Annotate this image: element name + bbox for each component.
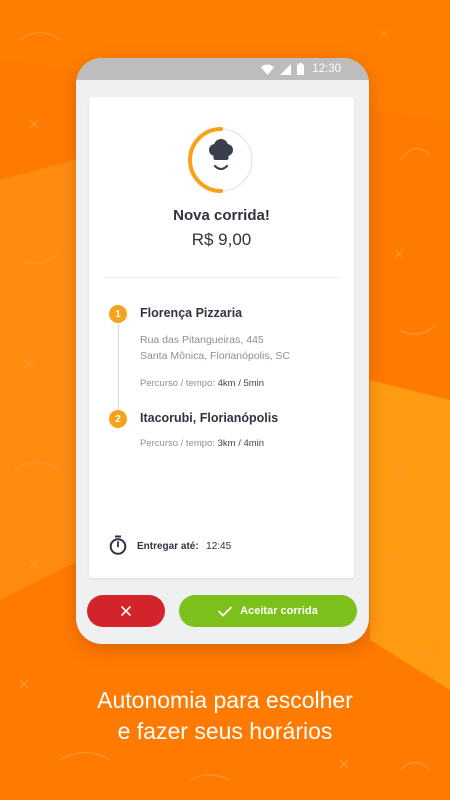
divider <box>104 277 339 278</box>
restaurant-avatar <box>187 126 255 194</box>
route-line <box>118 321 119 413</box>
stop-2-route: Percurso / tempo: 3km / 4min <box>140 438 264 449</box>
caption-line-2: e fazer seus horários <box>117 718 333 744</box>
check-icon <box>218 606 233 616</box>
ride-title: Nova corrida! <box>173 207 270 224</box>
stop-1-address: Rua das Pitangueiras, 445 Santa Mônica, … <box>140 332 290 364</box>
close-icon <box>121 606 131 616</box>
wifi-icon <box>261 64 275 75</box>
stop-2-route-label: Percurso / tempo: <box>140 438 215 449</box>
signal-icon <box>280 63 292 75</box>
deliver-by: Entregar até: 12:45 <box>109 535 231 555</box>
stop-1-route: Percurso / tempo: 4km / 5min <box>140 378 264 389</box>
stop-1-name: Florença Pizzaria <box>140 306 243 320</box>
reject-button[interactable] <box>87 595 165 627</box>
stop-1-route-value: 4km / 5min <box>217 378 265 389</box>
status-bar: 12:30 <box>76 58 369 80</box>
stop-2-badge: 2 <box>109 410 127 428</box>
stop-1-address-line2: Santa Mônica, Florianópolis, SC <box>140 350 290 362</box>
stop-1-address-line1: Rua das Pitangueiras, 445 <box>140 334 264 346</box>
deliver-label: Entregar até: <box>137 541 199 552</box>
promo-caption: Autonomia para escolher e fazer seus hor… <box>0 685 450 747</box>
caption-line-1: Autonomia para escolher <box>97 687 353 713</box>
status-time: 12:30 <box>312 63 341 75</box>
ride-price: R$ 9,00 <box>191 230 252 249</box>
ride-request-card: Nova corrida! R$ 9,00 1 Florença Pizzari… <box>89 97 354 578</box>
stop-1-route-label: Percurso / tempo: <box>140 378 215 389</box>
phone-frame: 12:30 Nova corrida! R$ 9,00 1 Florença P… <box>76 58 369 644</box>
stopwatch-icon <box>109 535 127 555</box>
accept-ride-label: Aceitar corrida <box>240 605 318 617</box>
stop-2-name: Itacorubi, Florianópolis <box>140 411 279 425</box>
battery-icon <box>297 63 305 75</box>
stop-2-route-value: 3km / 4min <box>217 438 265 449</box>
stop-1-badge: 1 <box>109 305 127 323</box>
deliver-time: 12:45 <box>206 541 232 552</box>
accept-ride-button[interactable]: Aceitar corrida <box>179 595 357 627</box>
